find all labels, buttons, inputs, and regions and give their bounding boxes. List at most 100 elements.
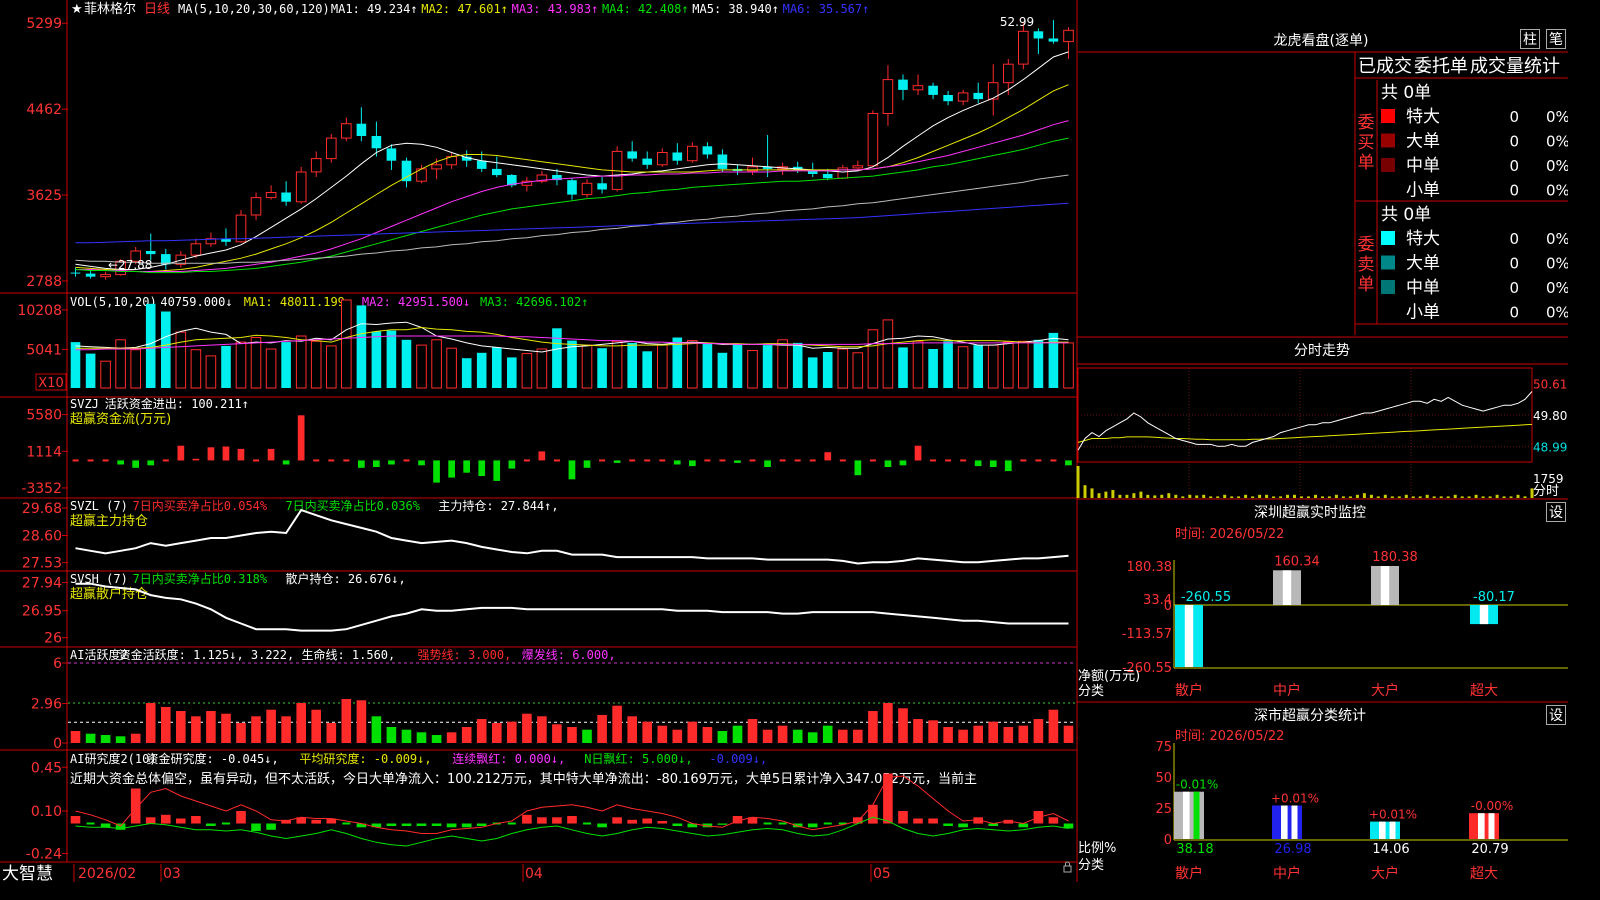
legend-subtitle: 超赢散户持仓 <box>70 586 148 602</box>
flow-bar-out <box>1065 460 1072 466</box>
research-bar-pos <box>928 818 938 824</box>
book-color-swatch <box>1381 109 1395 123</box>
bar-mode-button[interactable]: 柱 <box>1520 29 1540 49</box>
legend-prefix: MA(5,10,20,30,60,120) <box>178 2 330 16</box>
intraday-volume-bar <box>1453 494 1457 498</box>
legend-item: MA1: 49.234↑ <box>331 2 418 16</box>
flow-bar-in <box>177 445 185 461</box>
legend-item: -0.009↓, <box>709 752 767 766</box>
legend-item: MA2: 42951.500↓ <box>362 295 470 309</box>
activity-bar <box>747 719 758 743</box>
intraday-title: 分时走势 <box>1294 343 1350 359</box>
chart-root: ★ 菲林格尔 日线 MA(5,10,20,30,60,120) MA1: 49.234↑… <box>0 0 1570 884</box>
legend-item: MA6: 35.567↑ <box>783 2 870 16</box>
legend-item: MA2: 47.601↑ <box>421 2 508 16</box>
book-title-char: 委 <box>1358 235 1375 255</box>
legend-item: 资金研究度: -0.045↓, <box>146 751 278 766</box>
monitor-category: 超大 <box>1470 683 1498 699</box>
dragon-tab-2[interactable]: 成交量统计 <box>1470 56 1560 77</box>
y-tick-label: 5580 <box>26 408 62 424</box>
candle-body-up <box>341 123 352 139</box>
stats-bar-value: 14.06 <box>1372 842 1409 857</box>
activity-bar <box>777 725 788 743</box>
y-tick-label: -3352 <box>21 481 62 497</box>
activity-bar <box>883 703 893 743</box>
legend-item: 强势线: 3.000, <box>418 648 512 662</box>
flow-bar-out <box>147 460 155 466</box>
flow-bar-out <box>388 460 395 465</box>
flow-bar-out <box>433 460 440 483</box>
legend-subtitle: 超赢资金流(万元) <box>70 411 171 427</box>
candle-body-down <box>717 154 728 169</box>
volume-bar-down <box>973 345 983 388</box>
y-tick-label: 5299 <box>26 16 62 32</box>
dragon-tab-0[interactable]: 已成交 <box>1358 56 1412 77</box>
candle-body-up <box>295 171 307 203</box>
y-tick-label: 6 <box>53 656 62 672</box>
volume-bar-up <box>837 348 849 389</box>
y-tick-label: 1114 <box>26 444 62 460</box>
volume-bar-down <box>356 305 367 388</box>
volume-bar-down <box>672 337 683 388</box>
candle-body-down <box>371 136 382 149</box>
intraday-volume-bar <box>1432 496 1436 498</box>
candle-body-up <box>190 243 202 256</box>
book-row-value: 0 <box>1509 279 1519 297</box>
stats-category: 超大 <box>1470 866 1498 882</box>
legend-item: 40759.000↓ <box>160 295 232 309</box>
research-bar-neg <box>807 823 818 828</box>
intraday-volume-bar <box>1244 494 1248 498</box>
intraday-volume-bar <box>1181 496 1185 498</box>
volume-bar-up <box>1063 342 1074 389</box>
intraday-volume-bar <box>1467 496 1471 498</box>
ma-line-6 <box>75 202 1069 244</box>
volume-bar-up <box>581 344 593 389</box>
intraday-volume-bar <box>1167 493 1171 498</box>
y-tick-label: 2788 <box>26 274 62 290</box>
intraday-volume-bar <box>1223 494 1227 498</box>
activity-bar <box>221 713 231 743</box>
book-row-percent: 0% <box>1546 255 1568 273</box>
candle-body-up <box>1063 29 1074 43</box>
book-row-label: 大单 <box>1406 254 1440 274</box>
intraday-volume-bar <box>1509 496 1513 498</box>
intraday-volume-bar <box>1076 466 1080 498</box>
intraday-volume-bar <box>1530 488 1534 498</box>
volume-bar-down <box>461 358 472 388</box>
intraday-volume-bar <box>1174 494 1178 498</box>
stats-x-title: 分类 <box>1078 858 1104 873</box>
activity-bar <box>853 729 863 743</box>
x-axis-label: 03 <box>163 866 181 882</box>
book-row-value: 0 <box>1509 157 1519 175</box>
candle-body-down <box>281 192 291 202</box>
candle-body-up <box>431 164 442 170</box>
volume-bar-down <box>807 357 818 388</box>
book-row-label: 中单 <box>1406 156 1440 176</box>
flow-bar-in <box>824 452 832 461</box>
research-bar-pos <box>868 804 878 824</box>
stats-settings-button[interactable]: 设 <box>1546 705 1566 725</box>
dragon-tab-1[interactable]: 委托单 <box>1414 56 1468 77</box>
stats-bar-accent <box>1291 805 1298 839</box>
intraday-frame <box>1077 367 1533 463</box>
book-title-char: 卖 <box>1358 255 1375 275</box>
y-tick-label: 27.53 <box>22 556 62 572</box>
book-row-value: 0 <box>1509 304 1519 322</box>
activity-bar-low <box>717 731 728 743</box>
tick-mode-button[interactable]: 笔 <box>1546 29 1566 49</box>
monitor-y-tick: -113.57 <box>1122 627 1172 642</box>
activity-bar-low <box>582 729 592 743</box>
legend-prefix: SVZJ <box>70 397 99 411</box>
intraday-volume-bar <box>1272 496 1276 498</box>
low-annotation: ←27.88 <box>108 258 152 272</box>
activity-bar <box>1003 727 1014 743</box>
monitor-settings-button[interactable]: 设 <box>1546 502 1566 522</box>
flow-bar-out <box>734 460 741 463</box>
y-tick-label: 26 <box>44 631 62 647</box>
activity-bar <box>1033 719 1044 743</box>
book-row-label: 小单 <box>1406 303 1440 323</box>
volume-bar-down <box>161 311 171 388</box>
activity-bar-low <box>431 735 442 743</box>
activity-bar <box>928 720 938 743</box>
volume-bar-down <box>627 342 637 388</box>
